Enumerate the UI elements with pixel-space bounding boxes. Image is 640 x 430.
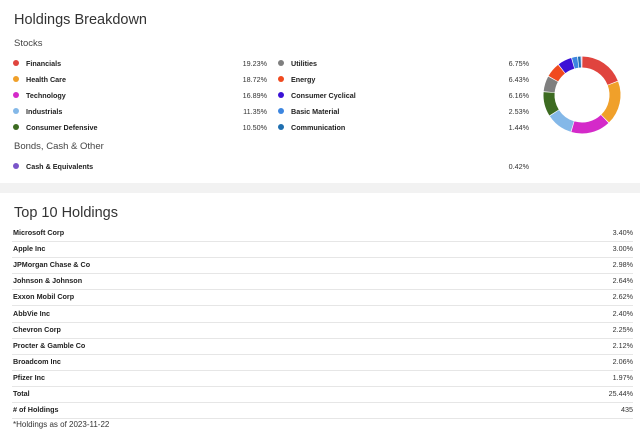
holding-weight: 25.44%	[608, 389, 633, 398]
table-row: # of Holdings 435	[12, 402, 633, 420]
table-row: AbbVie Inc 2.40%	[12, 306, 633, 323]
holding-weight: 2.40%	[612, 308, 633, 318]
table-row: Procter & Gamble Co 2.12%	[12, 338, 633, 355]
financials-dot-icon	[13, 60, 19, 66]
holdings-breakdown-card: Holdings Breakdown Stocks Financials 19.…	[0, 0, 640, 183]
table-row: Chevron Corp 2.25%	[12, 322, 633, 339]
holding-name: # of Holdings	[13, 405, 59, 415]
holding-name: JPMorgan Chase & Co	[13, 260, 91, 270]
sector-pct-utilities: 6.75%	[508, 59, 529, 68]
stocks-label: Stocks	[14, 38, 43, 49]
holding-name: Procter & Gamble Co	[13, 340, 86, 350]
sector-item-technology: Technology	[13, 89, 66, 101]
cash-equivalents-dot-icon	[13, 163, 19, 169]
sector-donut-chart	[543, 56, 621, 134]
technology-dot-icon	[13, 92, 19, 98]
sector-item-basic-material: Basic Material	[278, 105, 339, 117]
sector-pct-cash-equivalents: 0.42%	[508, 162, 529, 171]
utilities-dot-icon	[278, 60, 284, 66]
industrials-dot-icon	[13, 108, 19, 114]
sector-pct-industrials: 11.35%	[243, 107, 267, 116]
holding-weight: 2.12%	[612, 340, 633, 350]
holding-name: Pfizer Inc	[13, 372, 45, 382]
basic-material-dot-icon	[278, 108, 284, 114]
holding-weight: 3.00%	[612, 244, 633, 254]
table-row: JPMorgan Chase & Co 2.98%	[12, 257, 633, 275]
sector-item-energy: Energy	[278, 73, 315, 85]
holding-weight: 3.40%	[612, 228, 633, 237]
top-10-holdings-title: Top 10 Holdings	[14, 205, 118, 221]
energy-dot-icon	[278, 76, 284, 82]
holding-name: Microsoft Corp	[13, 228, 65, 237]
sector-item-utilities: Utilities	[278, 57, 317, 69]
table-row: Exxon Mobil Corp 2.62%	[12, 289, 633, 307]
donut-slice-consumer-cyclical	[558, 58, 575, 74]
holding-weight: 2.06%	[612, 356, 633, 366]
holding-weight: 1.97%	[612, 372, 633, 382]
donut-slice-energy	[548, 64, 566, 82]
consumer-cyclical-dot-icon	[278, 92, 284, 98]
sector-pct-communication: 1.44%	[508, 123, 529, 132]
holding-weight: 2.64%	[612, 276, 633, 286]
donut-slice-health-care	[601, 81, 621, 123]
sector-pct-technology: 16.89%	[242, 91, 267, 100]
holding-weight: 2.62%	[612, 292, 633, 302]
bonds-cash-other-label: Bonds, Cash & Other	[14, 141, 104, 152]
donut-slice-financials	[581, 56, 618, 86]
donut-slice-basic-material	[571, 56, 579, 69]
sector-pct-consumer-defensive: 10.50%	[242, 123, 267, 132]
communication-dot-icon	[278, 124, 284, 130]
holding-name: Total	[13, 389, 30, 398]
sector-item-consumer-defensive: Consumer Defensive	[13, 121, 98, 133]
holding-name: Johnson & Johnson	[13, 276, 83, 286]
holding-weight: 435	[621, 405, 633, 415]
sector-item-cash-equivalents: Cash & Equivalents	[13, 160, 93, 172]
top-10-holdings-card: Top 10 Holdings Microsoft Corp 3.40% Apple…	[0, 193, 640, 430]
sector-item-communication: Communication	[278, 121, 345, 133]
sector-item-financials: Financials	[13, 57, 61, 69]
holdings-breakdown-title: Holdings Breakdown	[14, 12, 147, 28]
donut-slice-utilities	[543, 76, 558, 93]
table-row: Apple Inc 3.00%	[12, 241, 633, 259]
sector-pct-financials: 19.23%	[242, 59, 267, 68]
holding-name: Apple Inc	[13, 244, 46, 254]
sector-pct-basic-material: 2.53%	[508, 107, 529, 116]
holding-weight: 2.25%	[612, 324, 633, 334]
holding-name: Chevron Corp	[13, 324, 61, 334]
table-row: Johnson & Johnson 2.64%	[12, 273, 633, 291]
sector-item-industrials: Industrials	[13, 105, 62, 117]
donut-slice-consumer-defensive	[543, 92, 559, 116]
sector-item-health-care: Health Care	[13, 73, 66, 85]
donut-slice-industrials	[549, 109, 575, 132]
holding-name: AbbVie Inc	[13, 308, 51, 318]
table-row: Total 25.44%	[12, 386, 633, 403]
holdings-footnote: *Holdings as of 2023-11-22	[13, 420, 110, 429]
sector-pct-consumer-cyclical: 6.16%	[508, 91, 529, 100]
sector-pct-energy: 6.43%	[508, 75, 529, 84]
holding-name: Broadcom Inc	[13, 356, 61, 366]
holding-name: Exxon Mobil Corp	[13, 292, 75, 302]
table-row: Microsoft Corp 3.40%	[12, 225, 633, 242]
table-row: Pfizer Inc 1.97%	[12, 370, 633, 387]
holding-weight: 2.98%	[612, 260, 633, 270]
table-row: Broadcom Inc 2.06%	[12, 354, 633, 371]
sector-pct-health-care: 18.72%	[242, 75, 267, 84]
donut-slice-technology	[571, 114, 609, 134]
sector-item-consumer-cyclical: Consumer Cyclical	[278, 89, 356, 101]
consumer-defensive-dot-icon	[13, 124, 19, 130]
health-care-dot-icon	[13, 76, 19, 82]
